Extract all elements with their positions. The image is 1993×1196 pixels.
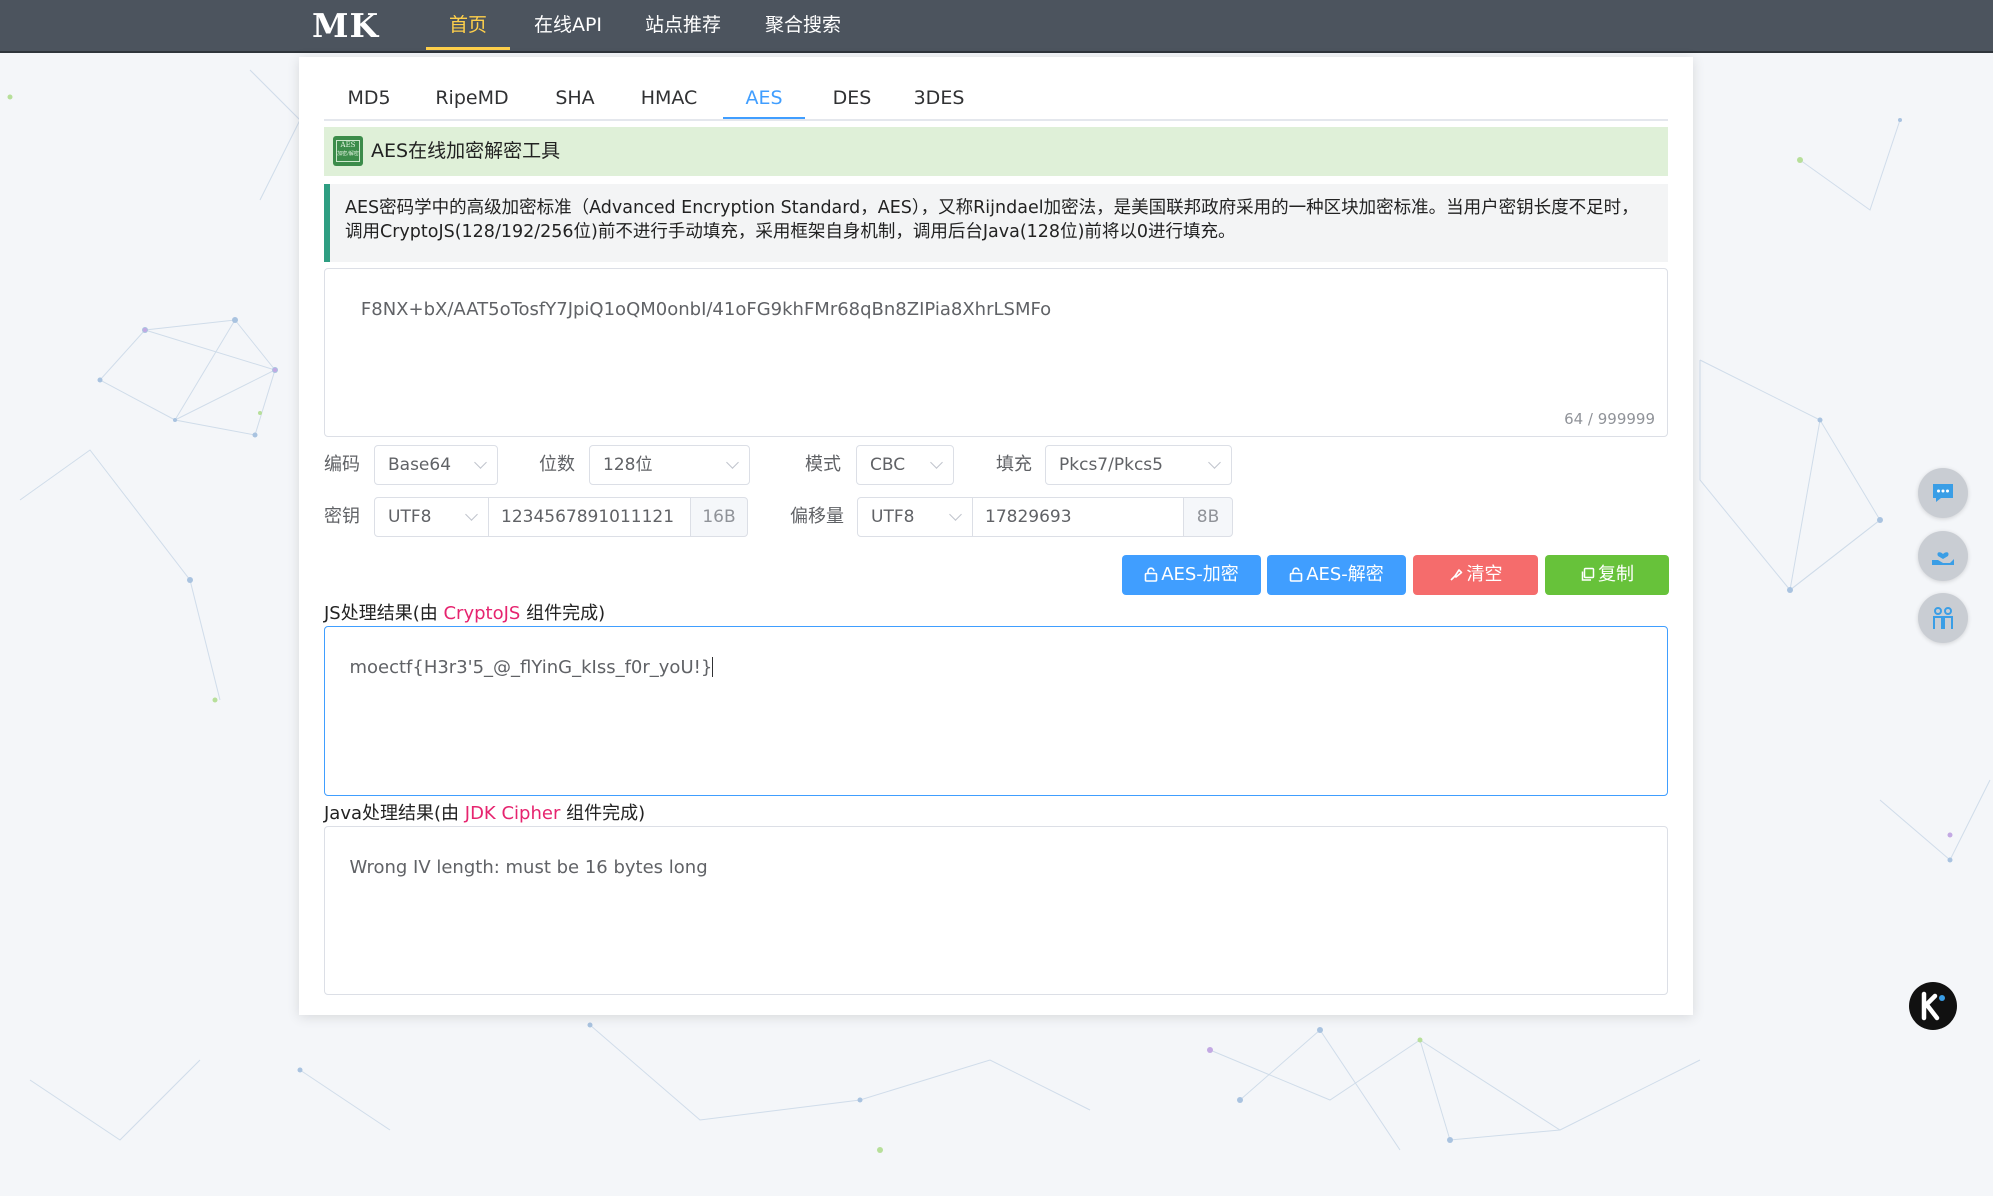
brush-icon bbox=[1449, 569, 1462, 581]
algorithm-tabs: MD5 RipeMD SHA HMAC AES DES 3DES bbox=[324, 57, 1668, 121]
chevron-down-icon bbox=[474, 456, 487, 469]
tab-3des[interactable]: 3DES bbox=[906, 81, 972, 117]
input-text: F8NX+bX/AAT5oTosfY7JpiQ1oQM0onbI/41oFG9k… bbox=[360, 299, 1052, 320]
chevron-down-icon bbox=[1208, 456, 1221, 469]
char-counter: 64 / 999999 bbox=[1564, 410, 1655, 428]
tool-title-bar: AES 加密/解密 AES在线加密解密工具 bbox=[324, 127, 1668, 176]
padding-label: 填充 bbox=[996, 454, 1032, 475]
tab-ripemd[interactable]: RipeMD bbox=[427, 81, 517, 117]
nav-item-home[interactable]: 首页 bbox=[426, 0, 510, 50]
text-cursor bbox=[712, 657, 714, 677]
tool-description: AES密码学中的高级加密标准（Advanced Encryption Stand… bbox=[324, 184, 1668, 262]
iv-size-badge: 8B bbox=[1183, 497, 1233, 537]
js-result-label: JS处理结果(由 CryptoJS 组件完成) bbox=[324, 603, 606, 624]
mode-select[interactable]: CBC bbox=[856, 445, 954, 485]
aes-decrypt-button[interactable]: AES-解密 bbox=[1267, 555, 1406, 595]
java-lib-name: JDK Cipher bbox=[464, 803, 561, 824]
site-logo[interactable]: MK bbox=[312, 4, 379, 48]
js-result-text: moectf{H3r3'5_@_flYinG_kIss_f0r_yoU!} bbox=[349, 657, 713, 678]
key-size-badge: 16B bbox=[690, 497, 748, 537]
js-lib-name: CryptoJS bbox=[443, 603, 521, 624]
unlock-icon bbox=[1144, 567, 1158, 582]
aes-tool-icon: AES 加密/解密 bbox=[333, 136, 363, 166]
bits-label: 位数 bbox=[539, 454, 575, 475]
nav-item-site-recommend[interactable]: 站点推荐 bbox=[638, 0, 728, 50]
community-button[interactable] bbox=[1918, 593, 1968, 643]
tab-hmac[interactable]: HMAC bbox=[635, 81, 703, 117]
copy-button[interactable]: 复制 bbox=[1545, 555, 1669, 595]
iv-encoding-select[interactable]: UTF8 bbox=[857, 497, 973, 537]
encoding-label: 编码 bbox=[324, 454, 360, 475]
tab-aes[interactable]: AES bbox=[723, 81, 805, 119]
input-textarea[interactable]: F8NX+bX/AAT5oTosfY7JpiQ1oQM0onbI/41oFG9k… bbox=[324, 268, 1668, 437]
top-navbar: MK 首页 在线API 站点推荐 聚合搜索 bbox=[0, 0, 1993, 53]
bits-select[interactable]: 128位 bbox=[589, 445, 750, 485]
key-input[interactable]: 1234567891011121 bbox=[488, 497, 691, 537]
tab-sha[interactable]: SHA bbox=[548, 81, 602, 117]
chevron-down-icon bbox=[930, 456, 943, 469]
k-logo-icon bbox=[1921, 991, 1945, 1021]
chevron-down-icon bbox=[949, 508, 962, 521]
mode-label: 模式 bbox=[805, 454, 841, 475]
chat-button[interactable] bbox=[1918, 468, 1968, 518]
key-encoding-select[interactable]: UTF8 bbox=[374, 497, 489, 537]
tool-title: AES在线加密解密工具 bbox=[371, 140, 561, 162]
java-result-textarea[interactable]: Wrong IV length: must be 16 bytes long bbox=[324, 826, 1668, 995]
clear-button[interactable]: 清空 bbox=[1413, 555, 1538, 595]
iv-label: 偏移量 bbox=[790, 506, 844, 527]
heart-hand-icon bbox=[1932, 552, 1954, 565]
unlock-icon bbox=[1289, 567, 1303, 582]
tab-md5[interactable]: MD5 bbox=[339, 81, 399, 117]
copy-icon bbox=[1581, 567, 1595, 581]
chevron-down-icon bbox=[726, 456, 739, 469]
aes-encrypt-button[interactable]: AES-加密 bbox=[1122, 555, 1261, 595]
key-label: 密钥 bbox=[324, 506, 360, 527]
donate-button[interactable] bbox=[1918, 531, 1968, 581]
iv-input[interactable]: 17829693 bbox=[972, 497, 1184, 537]
nav-item-aggregate-search[interactable]: 聚合搜索 bbox=[758, 0, 848, 50]
tab-des[interactable]: DES bbox=[824, 81, 880, 117]
nav-item-online-api[interactable]: 在线API bbox=[526, 0, 610, 50]
chat-bubble-icon bbox=[1933, 484, 1953, 502]
chevron-down-icon bbox=[465, 508, 478, 521]
assistant-button[interactable] bbox=[1909, 982, 1957, 1030]
java-result-label: Java处理结果(由 JDK Cipher 组件完成) bbox=[324, 803, 646, 824]
js-result-textarea[interactable]: moectf{H3r3'5_@_flYinG_kIss_f0r_yoU!} bbox=[324, 626, 1668, 796]
java-result-text: Wrong IV length: must be 16 bytes long bbox=[349, 857, 708, 878]
people-icon bbox=[1933, 607, 1953, 629]
padding-select[interactable]: Pkcs7/Pkcs5 bbox=[1045, 445, 1232, 485]
encoding-select[interactable]: Base64 bbox=[374, 445, 498, 485]
